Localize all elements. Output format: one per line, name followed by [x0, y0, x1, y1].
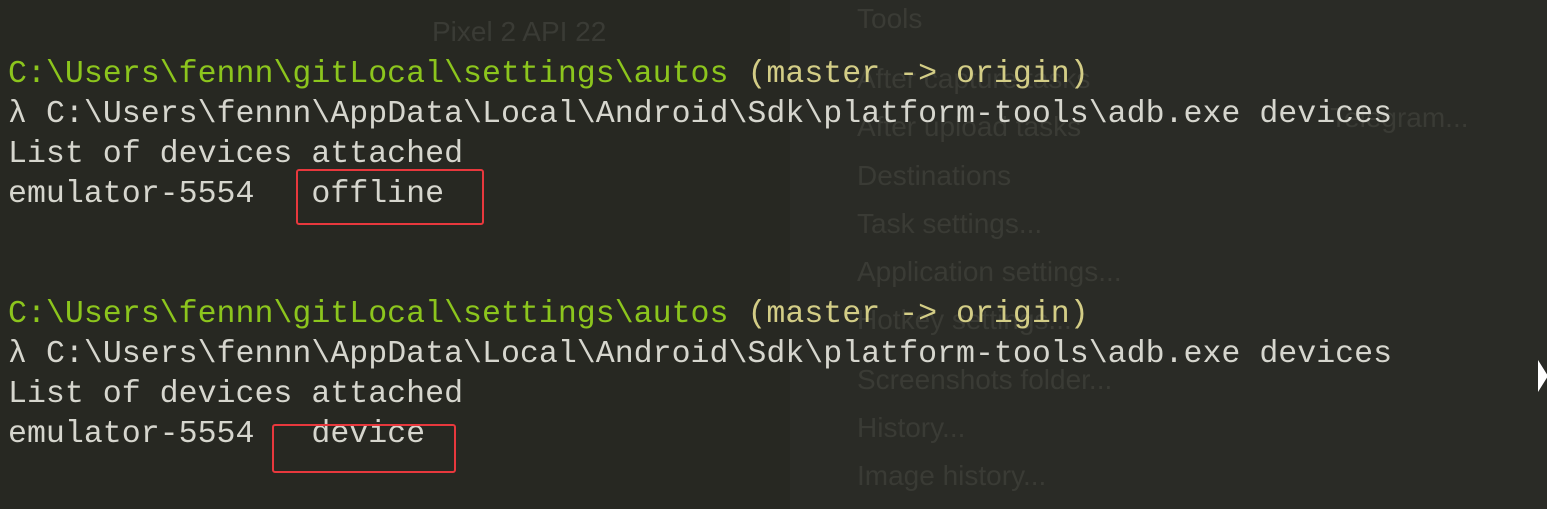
- terminal-output[interactable]: C:\Users\fennn\gitLocal\settings\autos (…: [8, 55, 1392, 455]
- command-text: C:\Users\fennn\AppData\Local\Android\Sdk…: [45, 97, 1393, 132]
- output-header: List of devices attached: [8, 377, 464, 412]
- cwd-path: C:\Users\fennn\gitLocal\settings\autos: [8, 57, 729, 92]
- prompt-path-line: C:\Users\fennn\gitLocal\settings\autos (…: [8, 55, 1392, 95]
- background-device-label: Pixel 2 API 22: [432, 16, 607, 47]
- command-line: λ C:\Users\fennn\AppData\Local\Android\S…: [8, 335, 1392, 375]
- lambda-prompt-icon: λ: [8, 337, 27, 372]
- command-line: λ C:\Users\fennn\AppData\Local\Android\S…: [8, 95, 1392, 135]
- device-row: emulator-5554 device: [8, 415, 1392, 455]
- mouse-cursor-icon: [1538, 360, 1547, 392]
- git-branch: (master -> origin): [747, 57, 1089, 92]
- highlight-box-offline: [296, 169, 484, 225]
- output-header: List of devices attached: [8, 137, 464, 172]
- device-row: emulator-5554 offline: [8, 175, 1392, 215]
- background-menu-item: Image history...: [857, 460, 1047, 491]
- command-text: C:\Users\fennn\AppData\Local\Android\Sdk…: [45, 337, 1393, 372]
- cwd-path: C:\Users\fennn\gitLocal\settings\autos: [8, 297, 729, 332]
- prompt-path-line: C:\Users\fennn\gitLocal\settings\autos (…: [8, 295, 1392, 335]
- device-serial: emulator-5554: [8, 177, 255, 212]
- git-branch: (master -> origin): [747, 297, 1089, 332]
- highlight-box-device: [272, 424, 456, 473]
- lambda-prompt-icon: λ: [8, 97, 27, 132]
- background-menu-item: Tools: [857, 3, 923, 34]
- device-serial: emulator-5554: [8, 417, 255, 452]
